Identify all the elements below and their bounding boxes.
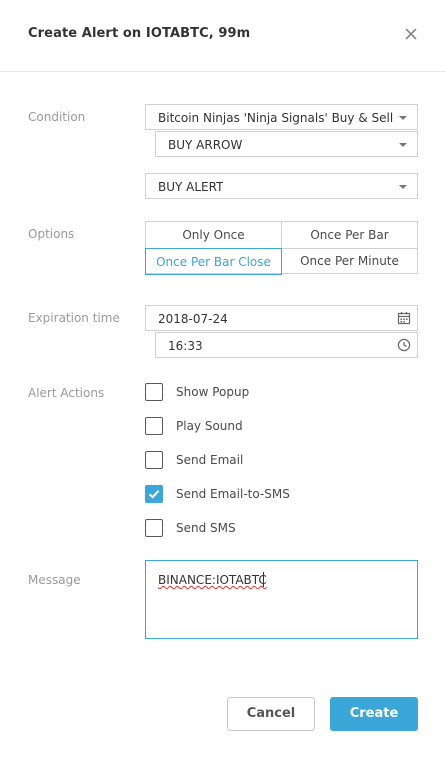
show-popup-checkbox[interactable] — [145, 383, 163, 401]
condition-indicator-select[interactable]: Bitcoin Ninjas 'Ninja Signals' Buy & Sel… — [145, 104, 418, 130]
checkmark-icon — [148, 490, 160, 499]
caret-down-icon — [399, 143, 407, 147]
caret-down-icon — [399, 185, 407, 189]
expiration-time-field[interactable]: 16:33 — [155, 332, 418, 358]
options-label: Options — [28, 227, 75, 241]
message-textarea[interactable]: BINANCE:IOTABTC — [145, 560, 418, 639]
option-once-per-bar[interactable]: Once Per Bar — [282, 222, 417, 248]
close-icon[interactable] — [403, 26, 419, 42]
expiration-label: Expiration time — [28, 311, 120, 325]
expiration-date-field[interactable]: 2018-07-24 — [145, 305, 418, 331]
option-only-once[interactable]: Only Once — [146, 222, 281, 248]
send-email-checkbox[interactable] — [145, 451, 163, 469]
dialog-header: Create Alert on IOTABTC, 99m — [0, 0, 446, 72]
options-segmented-control: Only Once Once Per Bar Once Per Bar Clos… — [145, 221, 418, 275]
send-sms-checkbox[interactable] — [145, 519, 163, 537]
message-label: Message — [28, 573, 81, 587]
condition-alert-value: BUY ALERT — [158, 180, 224, 194]
text-cursor — [263, 572, 264, 587]
alert-actions-label: Alert Actions — [28, 386, 105, 400]
condition-signal-select[interactable]: BUY ARROW — [155, 131, 418, 157]
caret-down-icon — [399, 116, 407, 120]
play-sound-label: Play Sound — [176, 419, 243, 433]
message-value: BINANCE:IOTABTC — [158, 573, 267, 587]
expiration-time-value: 16:33 — [168, 339, 203, 353]
create-button[interactable]: Create — [330, 697, 418, 731]
calendar-icon[interactable] — [397, 311, 411, 325]
send-email-to-sms-checkbox[interactable] — [145, 485, 163, 503]
condition-label: Condition — [28, 110, 86, 124]
cancel-button[interactable]: Cancel — [227, 697, 315, 731]
condition-signal-value: BUY ARROW — [168, 138, 243, 152]
expiration-date-value: 2018-07-24 — [158, 312, 228, 326]
show-popup-label: Show Popup — [176, 385, 250, 399]
condition-indicator-value: Bitcoin Ninjas 'Ninja Signals' Buy & Sel… — [158, 111, 393, 125]
clock-icon[interactable] — [397, 338, 411, 352]
option-once-per-minute[interactable]: Once Per Minute — [282, 248, 417, 274]
send-email-to-sms-label: Send Email-to-SMS — [176, 487, 290, 501]
dialog-title: Create Alert on IOTABTC, 99m — [28, 26, 251, 41]
option-once-per-bar-close[interactable]: Once Per Bar Close — [145, 248, 282, 275]
play-sound-checkbox[interactable] — [145, 417, 163, 435]
condition-alert-select[interactable]: BUY ALERT — [145, 173, 418, 199]
send-email-label: Send Email — [176, 453, 244, 467]
send-sms-label: Send SMS — [176, 521, 236, 535]
